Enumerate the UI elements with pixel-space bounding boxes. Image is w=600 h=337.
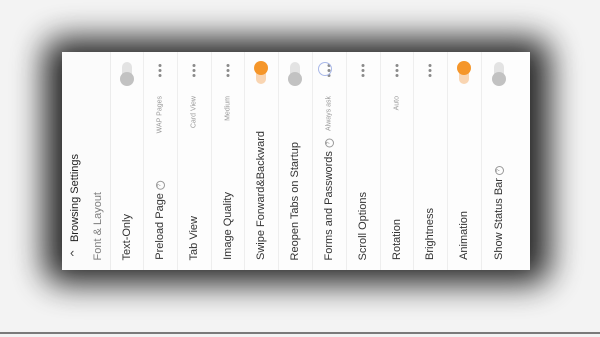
setting-label: Reopen Tabs on Startup — [289, 141, 301, 260]
setting-image-quality[interactable]: Medium Image Quality — [211, 52, 245, 270]
info-icon[interactable]: ? — [495, 166, 504, 175]
setting-label: Forms and Passwords ? — [323, 136, 335, 260]
partial-setting-label: Font & Layout — [92, 191, 104, 261]
toggle-knob — [457, 61, 471, 75]
setting-label: Show Status Bar ? — [493, 163, 505, 260]
status-bar-toggle[interactable] — [492, 62, 506, 86]
settings-screen: ‹ Browsing Settings Font & Layout Text-O… — [62, 52, 530, 270]
setting-value: Always ask — [325, 96, 333, 132]
more-dots-icon — [361, 64, 365, 78]
setting-label: Rotation — [390, 219, 403, 260]
setting-swipe[interactable]: Swipe Forward&Backward — [244, 52, 279, 270]
page-title: Browsing Settings — [69, 153, 81, 242]
setting-reopen-tabs[interactable]: Reopen Tabs on Startup — [278, 52, 313, 270]
swipe-toggle[interactable] — [254, 61, 268, 84]
setting-value: Card View — [190, 96, 198, 129]
setting-text-only[interactable]: Text-Only — [110, 52, 144, 270]
reopen-tabs-toggle[interactable] — [288, 62, 302, 86]
setting-rotation[interactable]: Auto Rotation — [380, 52, 414, 270]
setting-label: Image Quality — [221, 192, 234, 260]
info-icon[interactable]: ? — [156, 181, 165, 191]
toggle-knob — [288, 72, 302, 86]
setting-label: Swipe Forward&Backward — [255, 131, 267, 260]
setting-tab-view[interactable]: Card View Tab View — [177, 52, 212, 270]
setting-label: Scroll Options — [357, 191, 369, 260]
more-dots-icon — [226, 64, 229, 78]
setting-value: Auto — [393, 96, 400, 111]
header-bar: ‹ Browsing Settings Font & Layout — [62, 52, 111, 270]
setting-label: Text-Only — [120, 213, 133, 260]
setting-animation[interactable]: Animation — [447, 52, 482, 270]
more-dots-icon — [428, 64, 432, 78]
setting-label: Brightness — [424, 208, 436, 260]
desk-edge-line — [0, 332, 600, 334]
toggle-knob — [492, 72, 506, 86]
toggle-knob — [119, 72, 134, 86]
more-dots-icon — [158, 64, 162, 78]
setting-scroll-options[interactable]: Scroll Options — [346, 52, 381, 270]
setting-value: WAP Pages — [156, 96, 164, 134]
loading-spinner-icon — [318, 62, 332, 76]
setting-brightness[interactable]: Brightness — [413, 52, 448, 270]
toggle-knob — [254, 61, 268, 75]
text-only-toggle[interactable] — [119, 62, 134, 86]
setting-forms-passwords[interactable]: Always ask Forms and Passwords ? — [312, 52, 347, 270]
setting-show-status-bar[interactable]: Show Status Bar ? — [481, 52, 517, 270]
more-dots-icon — [395, 64, 398, 78]
info-icon[interactable]: ? — [325, 138, 334, 148]
more-dots-icon — [192, 64, 196, 78]
animation-toggle[interactable] — [457, 61, 471, 84]
setting-preload-page[interactable]: WAP Pages Preload Page ? — [143, 52, 178, 270]
setting-label: Preload Page ? — [154, 178, 166, 260]
back-chevron-icon[interactable]: ‹ — [70, 245, 74, 260]
setting-label: Animation — [458, 211, 470, 260]
setting-label: Tab View — [188, 215, 200, 260]
setting-value: Medium — [224, 96, 231, 121]
